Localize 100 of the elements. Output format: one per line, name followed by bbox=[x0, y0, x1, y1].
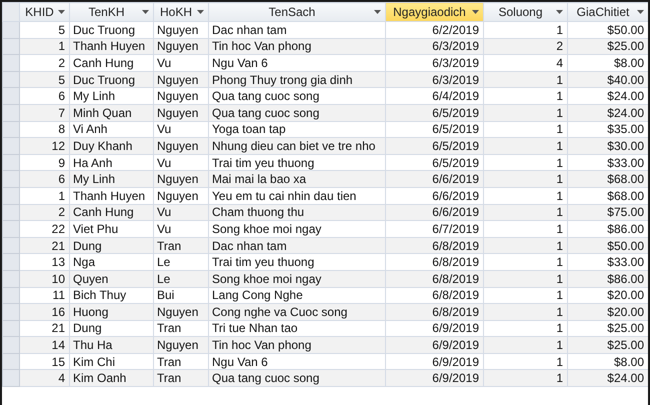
table-cell: 2 bbox=[20, 204, 70, 221]
table-cell: Nga bbox=[70, 254, 154, 270]
table-cell: Nguyen bbox=[154, 170, 208, 188]
table-cell: Song khoe moi ngay bbox=[208, 270, 386, 287]
table-cell: Phong Thuy trong gia dinh bbox=[208, 71, 386, 88]
table-cell: 6/3/2019 bbox=[386, 38, 484, 55]
table-cell: 6/8/2019 bbox=[386, 254, 484, 270]
record-selector[interactable] bbox=[2, 104, 20, 122]
table-cell: 22 bbox=[20, 220, 70, 238]
record-selector[interactable] bbox=[2, 88, 20, 104]
table-cell: 6/3/2019 bbox=[386, 54, 484, 72]
table-cell: My Linh bbox=[70, 88, 154, 104]
table-cell: Duc Truong bbox=[70, 71, 154, 88]
record-selector[interactable] bbox=[2, 287, 20, 304]
table-cell: 6/4/2019 bbox=[386, 88, 484, 104]
column-header[interactable]: GiaChitiet bbox=[568, 2, 648, 22]
select-all-corner[interactable] bbox=[2, 2, 20, 22]
table-cell: Nguyen bbox=[154, 104, 208, 122]
table-cell: Viet Phu bbox=[70, 220, 154, 238]
table-cell: Duc Truong bbox=[70, 22, 154, 38]
table-cell: 6/6/2019 bbox=[386, 204, 484, 221]
table-cell: 12 bbox=[20, 138, 70, 154]
record-selector[interactable] bbox=[2, 204, 20, 221]
table-cell: 1 bbox=[484, 370, 568, 387]
table-cell: Thanh Huyen bbox=[70, 38, 154, 55]
table-cell: Qua tang cuoc song bbox=[208, 104, 386, 122]
table-cell: Nguyen bbox=[154, 187, 208, 204]
column-header[interactable]: TenKH bbox=[70, 2, 154, 22]
dropdown-arrow-icon[interactable] bbox=[472, 10, 479, 14]
table-cell: Minh Quan bbox=[70, 104, 154, 122]
dropdown-arrow-icon[interactable] bbox=[556, 10, 563, 14]
table-cell: 1 bbox=[484, 204, 568, 221]
dropdown-arrow-icon[interactable] bbox=[142, 10, 149, 14]
table-cell: $30.00 bbox=[568, 138, 648, 154]
dropdown-arrow-icon[interactable] bbox=[374, 10, 381, 14]
column-header[interactable]: TenSach bbox=[208, 2, 386, 22]
record-selector[interactable] bbox=[2, 270, 20, 287]
table-cell: My Linh bbox=[70, 170, 154, 188]
table-cell: Thanh Huyen bbox=[70, 187, 154, 204]
record-selector[interactable] bbox=[2, 370, 20, 387]
table-cell: 14 bbox=[20, 336, 70, 354]
table-cell: 1 bbox=[484, 270, 568, 287]
table-cell: Song khoe moi ngay bbox=[208, 220, 386, 238]
table-cell: 1 bbox=[484, 187, 568, 204]
record-selector[interactable] bbox=[2, 22, 20, 38]
table-cell: 6/8/2019 bbox=[386, 304, 484, 320]
record-selector[interactable] bbox=[2, 220, 20, 238]
table-cell: 6/6/2019 bbox=[386, 170, 484, 188]
column-header[interactable]: KHID bbox=[20, 2, 70, 22]
table-cell: Qua tang cuoc song bbox=[208, 370, 386, 387]
dropdown-arrow-icon[interactable] bbox=[637, 10, 644, 14]
table-cell: 6/9/2019 bbox=[386, 370, 484, 387]
column-header[interactable]: Soluong bbox=[484, 2, 568, 22]
record-selector[interactable] bbox=[2, 154, 20, 171]
table-cell: Thu Ha bbox=[70, 336, 154, 354]
record-selector[interactable] bbox=[2, 170, 20, 188]
record-selector[interactable] bbox=[2, 54, 20, 72]
record-selector[interactable] bbox=[2, 71, 20, 88]
table-cell: Huong bbox=[70, 304, 154, 320]
table-cell: 1 bbox=[20, 38, 70, 55]
table-cell: Quyen bbox=[70, 270, 154, 287]
table-cell: 6/5/2019 bbox=[386, 138, 484, 154]
table-cell: Le bbox=[154, 254, 208, 270]
table-cell: Tin hoc Van phong bbox=[208, 336, 386, 354]
table-cell: Trai tim yeu thuong bbox=[208, 254, 386, 270]
record-selector[interactable] bbox=[2, 237, 20, 254]
column-header[interactable]: Ngaygiaodich bbox=[386, 2, 484, 22]
table-cell: 1 bbox=[484, 138, 568, 154]
record-selector[interactable] bbox=[2, 304, 20, 320]
table-cell: 6 bbox=[20, 88, 70, 104]
table-cell: 6/3/2019 bbox=[386, 71, 484, 88]
column-header[interactable]: HoKH bbox=[154, 2, 208, 22]
table-cell: 5 bbox=[20, 71, 70, 88]
record-selector[interactable] bbox=[2, 38, 20, 55]
table-cell: Nhung dieu can biet ve tre nho bbox=[208, 138, 386, 154]
table-cell: Canh Hung bbox=[70, 204, 154, 221]
table-cell: $86.00 bbox=[568, 270, 648, 287]
table-cell: 1 bbox=[484, 237, 568, 254]
table-cell: 2 bbox=[20, 54, 70, 72]
table-cell: Mai mai la bao xa bbox=[208, 170, 386, 188]
table-cell: 2 bbox=[484, 38, 568, 55]
table-cell: 13 bbox=[20, 254, 70, 270]
record-selector[interactable] bbox=[2, 254, 20, 270]
table-cell: Kim Oanh bbox=[70, 370, 154, 387]
table-cell: Cong nghe va Cuoc song bbox=[208, 304, 386, 320]
record-selector[interactable] bbox=[2, 353, 20, 370]
table-cell: 1 bbox=[484, 254, 568, 270]
table-cell: Le bbox=[154, 270, 208, 287]
table-cell: 6/2/2019 bbox=[386, 22, 484, 38]
dropdown-arrow-icon[interactable] bbox=[197, 10, 204, 14]
dropdown-arrow-icon[interactable] bbox=[58, 10, 65, 14]
record-selector[interactable] bbox=[2, 336, 20, 354]
table-cell: Dac nhan tam bbox=[208, 22, 386, 38]
table-cell: 6/7/2019 bbox=[386, 220, 484, 238]
record-selector[interactable] bbox=[2, 138, 20, 154]
record-selector[interactable] bbox=[2, 121, 20, 138]
table-cell: 10 bbox=[20, 270, 70, 287]
record-selector[interactable] bbox=[2, 187, 20, 204]
record-selector[interactable] bbox=[2, 320, 20, 337]
table-cell: 6/8/2019 bbox=[386, 270, 484, 287]
